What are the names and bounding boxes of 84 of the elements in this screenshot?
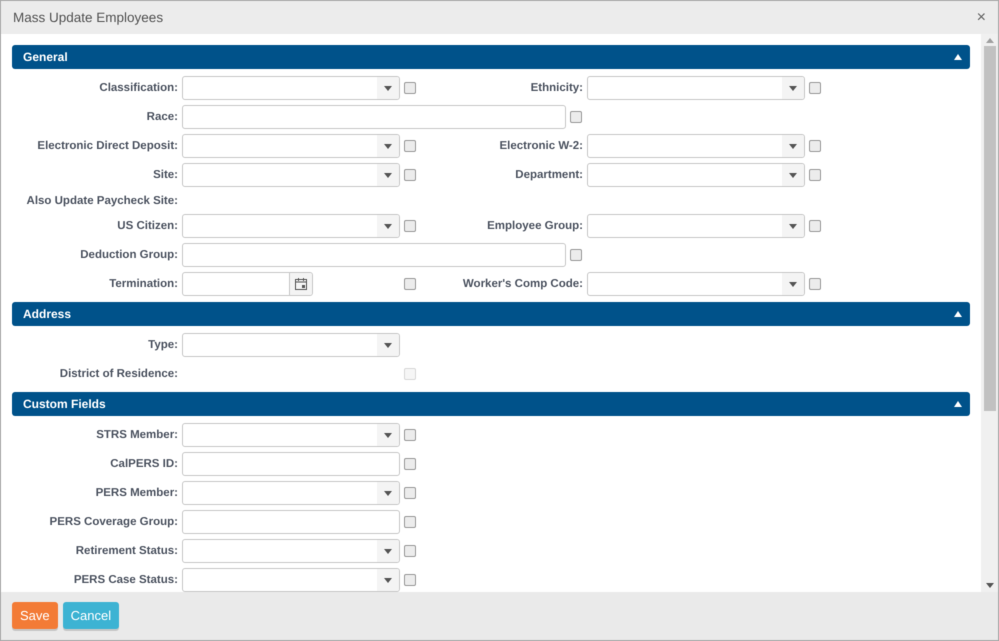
checkbox[interactable] (404, 82, 416, 94)
field-label: Worker's Comp Code: (462, 278, 583, 290)
field-label: PERS Case Status: (72, 574, 178, 586)
caret-icon (384, 342, 392, 348)
caret-icon (384, 432, 392, 438)
field-label: Department: (514, 169, 583, 181)
text-field[interactable] (182, 452, 400, 476)
checkbox[interactable] (809, 140, 821, 152)
checkbox[interactable] (404, 220, 416, 232)
field-label: Electronic Direct Deposit: (36, 140, 178, 152)
field-label: Employee Group: (486, 220, 583, 232)
field-label: Retirement Status: (74, 545, 178, 557)
dropdown-field[interactable] (182, 333, 400, 357)
caret-icon (789, 172, 797, 178)
dropdown-field[interactable] (182, 134, 400, 158)
section-header[interactable]: Address (12, 302, 970, 326)
checkbox[interactable] (404, 487, 416, 499)
dropdown-field[interactable] (182, 163, 400, 187)
checkbox[interactable] (404, 574, 416, 586)
field-label: STRS Member: (95, 429, 178, 441)
text-field[interactable] (182, 105, 566, 129)
checkbox[interactable] (809, 220, 821, 232)
section-header[interactable]: Custom Fields (12, 392, 970, 416)
caret-icon (789, 144, 797, 148)
field-label: District of Residence: (58, 368, 178, 380)
calendar-icon (295, 278, 307, 290)
caret-icon (384, 172, 392, 178)
caret-icon (384, 578, 392, 582)
scrollbar[interactable] (981, 34, 998, 592)
text-field[interactable] (182, 510, 400, 534)
section-header[interactable]: General (12, 45, 970, 69)
field-label: Ethnicity: (530, 82, 583, 94)
window-title: Mass Update Employees (13, 10, 164, 25)
field-label: Termination: (108, 278, 178, 290)
caret-icon (384, 224, 392, 228)
close-button[interactable]: × (976, 10, 986, 26)
checkbox[interactable] (404, 458, 416, 470)
scroll-up-icon[interactable] (986, 38, 994, 43)
field-label: US Citizen: (116, 220, 178, 232)
field-label: Classification: (98, 82, 178, 94)
checkbox[interactable] (809, 169, 821, 181)
checkbox[interactable] (404, 516, 416, 528)
caret-icon (789, 224, 797, 228)
dropdown-field[interactable] (182, 568, 400, 592)
dropdown-field[interactable] (587, 134, 805, 158)
checkbox[interactable] (404, 278, 416, 290)
caret-icon (384, 548, 392, 554)
caret-icon (789, 86, 797, 90)
text-field[interactable] (182, 243, 566, 267)
collapse-icon[interactable] (954, 54, 962, 60)
dropdown-field[interactable] (587, 76, 805, 100)
field-label: PERS Coverage Group: (48, 516, 178, 528)
field-label: PERS Member: (94, 487, 178, 499)
checkbox[interactable] (570, 249, 582, 261)
dropdown-field[interactable] (587, 163, 805, 187)
checkbox[interactable] (809, 278, 821, 290)
field-label: Type: (147, 339, 178, 351)
field-label: Race: (146, 111, 178, 123)
field-label: Electronic W-2: (498, 140, 583, 152)
checkbox[interactable] (570, 111, 582, 123)
dropdown-field[interactable] (587, 214, 805, 238)
field-label: CalPERS ID: (109, 458, 178, 470)
dropdown-field[interactable] (182, 214, 400, 238)
field-label: Site: (152, 169, 178, 181)
dropdown-field[interactable] (587, 272, 805, 296)
field-label: Deduction Group: (79, 249, 178, 261)
checkbox[interactable] (404, 545, 416, 557)
caret-icon (384, 86, 392, 90)
dropdown-field[interactable] (182, 539, 400, 563)
collapse-icon[interactable] (954, 311, 962, 317)
checkbox[interactable] (404, 140, 416, 152)
checkbox[interactable] (809, 82, 821, 94)
dropdown-field[interactable] (182, 423, 400, 447)
caret-icon (384, 490, 392, 496)
checkbox[interactable] (404, 169, 416, 181)
caret-icon (384, 144, 392, 148)
caret-icon (789, 282, 797, 286)
dropdown-field[interactable] (182, 76, 400, 100)
field-label: Also Update Paycheck Site: (26, 194, 178, 206)
date-field[interactable] (182, 272, 313, 296)
checkbox[interactable] (404, 429, 416, 441)
collapse-icon[interactable] (954, 401, 962, 407)
dropdown-field[interactable] (182, 481, 400, 505)
scroll-down-icon[interactable] (986, 583, 994, 588)
